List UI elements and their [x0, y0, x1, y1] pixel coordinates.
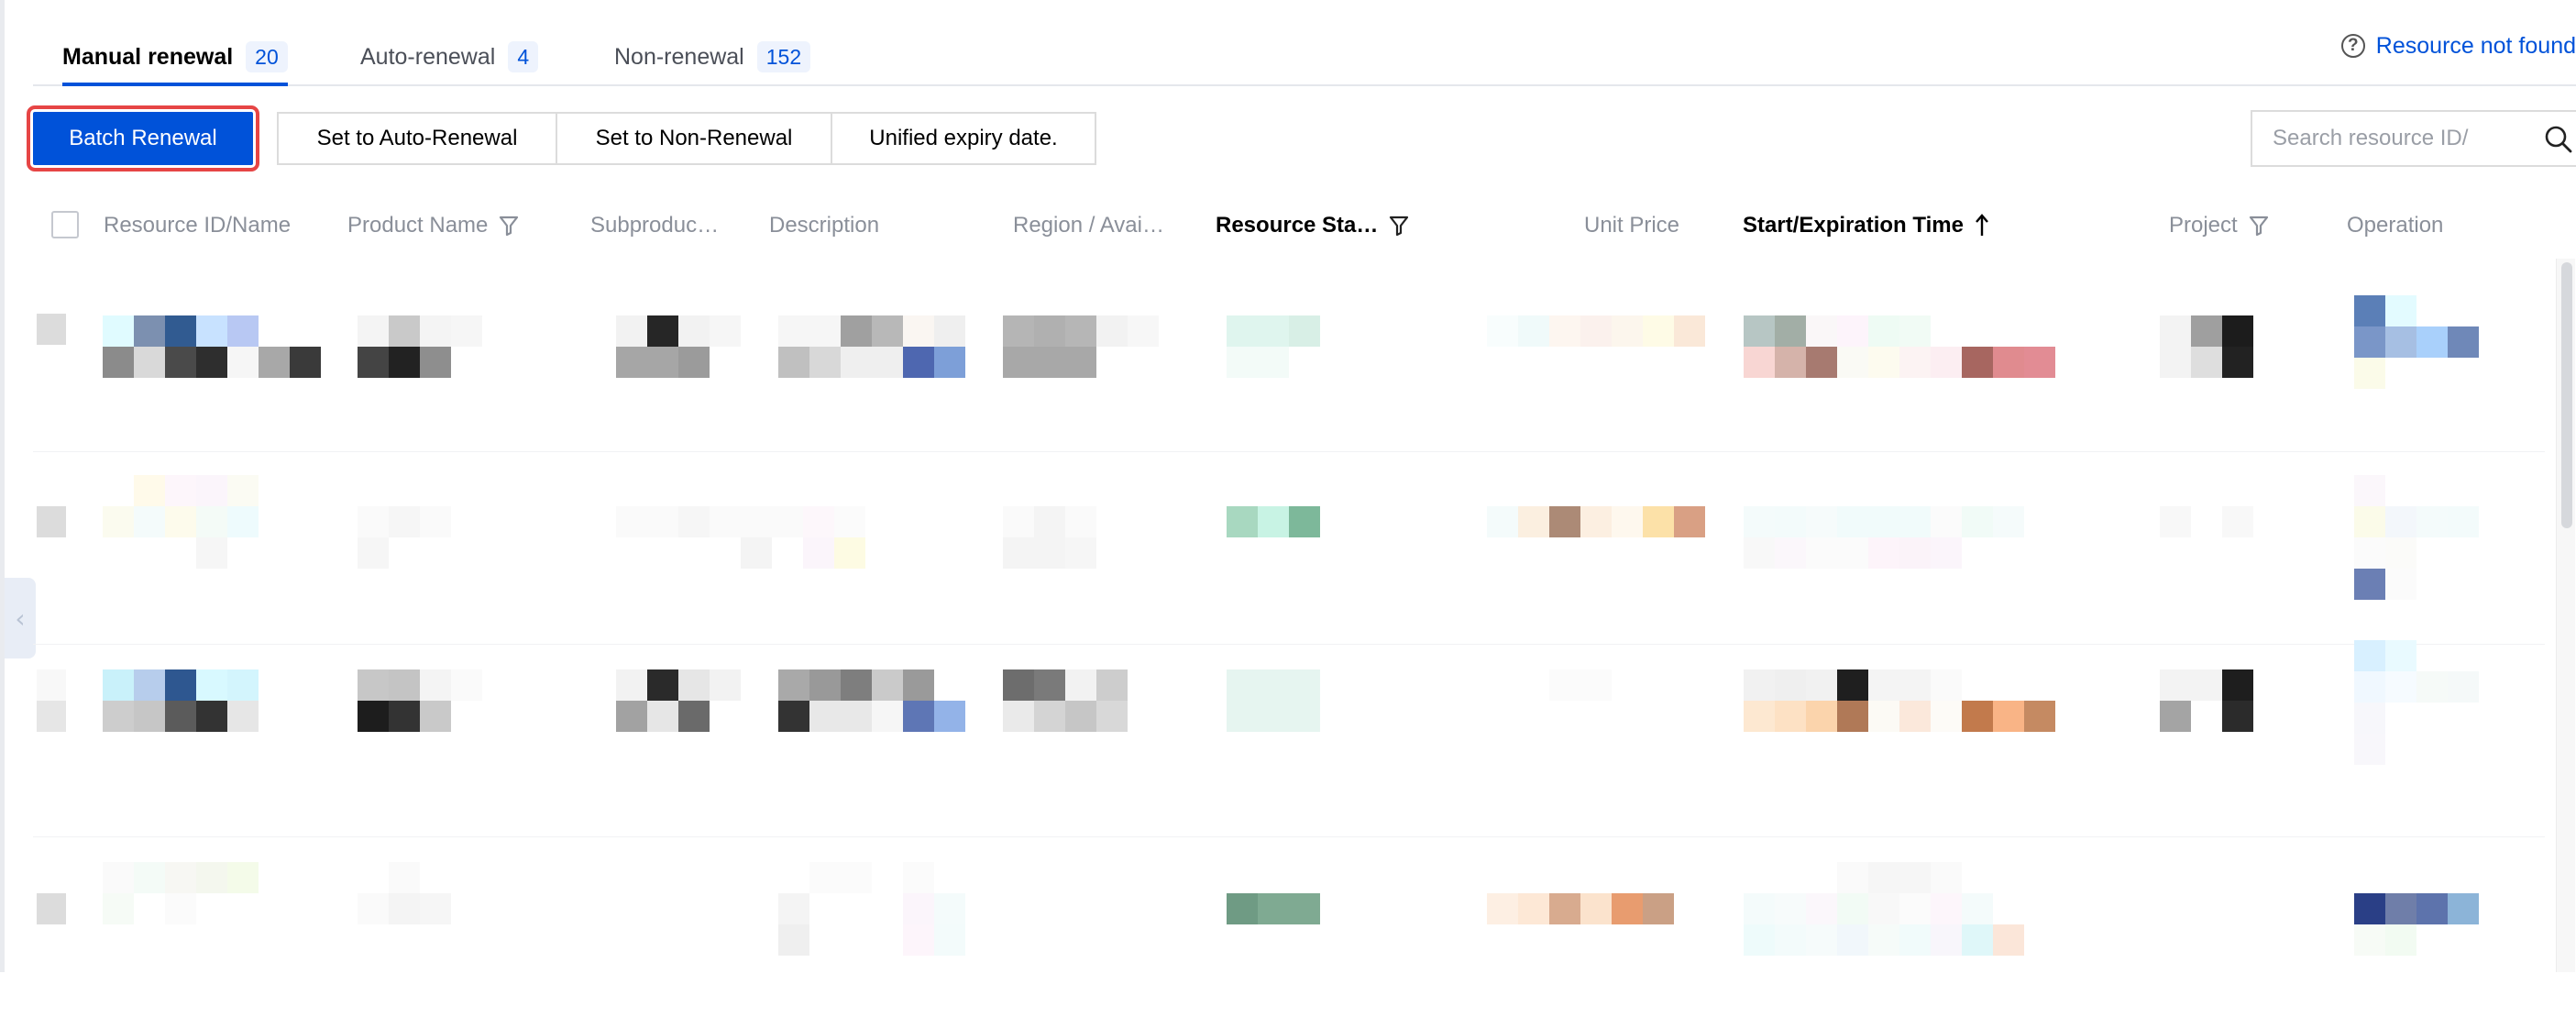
unified-expiry-date-button[interactable]: Unified expiry date. [831, 112, 1096, 165]
table-row[interactable] [33, 451, 2545, 645]
search-box [2251, 110, 2576, 167]
row-checkbox-redacted[interactable] [37, 862, 66, 924]
tab-auto-renewal[interactable]: Auto-renewal 4 [360, 35, 539, 83]
resource-id-redacted[interactable] [103, 862, 259, 924]
column-label: Resource ID/Name [104, 213, 292, 238]
set-auto-renewal-button[interactable]: Set to Auto-Renewal [277, 112, 557, 165]
product-name-redacted [358, 669, 482, 732]
set-non-renewal-button[interactable]: Set to Non-Renewal [556, 112, 832, 165]
tab-count-badge: 152 [756, 41, 811, 72]
column-header-operation: Operation [2347, 193, 2443, 259]
filter-icon[interactable] [2249, 215, 2269, 237]
unit-price-redacted [1487, 506, 1705, 537]
vertical-scrollbar-thumb[interactable] [2561, 262, 2572, 528]
select-all-checkbox[interactable] [51, 211, 79, 238]
description-redacted [778, 862, 996, 956]
help-link-label: Resource not found [2375, 32, 2576, 59]
subproduct-redacted [616, 506, 865, 569]
operation-links-redacted[interactable] [2354, 640, 2479, 765]
expiration-time-redacted [1744, 862, 2055, 956]
expiration-time-redacted [1744, 315, 2055, 378]
column-label: Region / Avai… [1013, 213, 1164, 238]
subproduct-redacted [616, 315, 741, 378]
table-row[interactable] [33, 259, 2545, 452]
filter-icon[interactable] [499, 215, 519, 237]
subproduct-redacted [616, 669, 741, 732]
filter-icon[interactable] [1389, 215, 1409, 237]
question-circle-icon: ? [2340, 34, 2365, 58]
status-redacted [1227, 893, 1320, 924]
column-label: Description [769, 213, 880, 238]
project-redacted [2160, 315, 2253, 378]
resource-id-redacted[interactable] [103, 475, 259, 569]
column-header-resource-id[interactable]: Resource ID/Name [104, 193, 291, 259]
column-header-product-name[interactable]: Product Name [347, 193, 519, 259]
resource-id-redacted[interactable] [103, 315, 321, 378]
project-redacted [2160, 506, 2253, 537]
batch-renewal-button[interactable]: Batch Renewal [27, 105, 259, 172]
unit-price-redacted [1487, 669, 1705, 701]
tab-label: Non-renewal [614, 44, 744, 70]
expiration-time-redacted [1744, 669, 2055, 732]
status-redacted [1227, 506, 1320, 537]
operation-links-redacted[interactable] [2354, 475, 2479, 600]
column-header-region[interactable]: Region / Avai… [1013, 193, 1164, 259]
column-label: Unit Price [1584, 213, 1680, 238]
product-name-redacted [358, 315, 482, 378]
table-header: Resource ID/Name Product Name Subproduc…… [33, 193, 2576, 259]
column-label: Project [2169, 213, 2238, 238]
resource-not-found-link[interactable]: ? Resource not found [2340, 28, 2576, 64]
left-edge-strip [0, 0, 5, 972]
region-redacted [1003, 669, 1159, 732]
column-label: Operation [2347, 213, 2444, 238]
row-checkbox-redacted[interactable] [37, 506, 66, 537]
expiration-time-redacted [1744, 506, 2055, 569]
unit-price-redacted [1487, 315, 1705, 347]
tab-count-badge: 4 [508, 41, 539, 72]
product-name-redacted [358, 862, 482, 924]
tab-manual-renewal[interactable]: Manual renewal 20 [62, 35, 288, 86]
row-checkbox-redacted[interactable] [37, 314, 66, 345]
tab-label: Manual renewal [62, 44, 234, 70]
operation-links-redacted[interactable] [2354, 295, 2479, 389]
unit-price-redacted [1487, 893, 1705, 924]
column-label: Start/Expiration Time [1743, 213, 1964, 238]
product-name-redacted [358, 506, 482, 569]
status-redacted [1227, 669, 1320, 732]
table-row[interactable] [33, 836, 2545, 1029]
table-row[interactable] [33, 640, 2545, 837]
arrow-up-icon[interactable] [1975, 214, 1989, 238]
project-redacted [2160, 669, 2253, 732]
column-header-subproduct[interactable]: Subproduc… [590, 193, 719, 259]
description-redacted [778, 669, 996, 732]
region-redacted [1003, 315, 1159, 378]
operation-links-redacted[interactable] [2354, 893, 2479, 956]
description-redacted [778, 315, 996, 378]
resource-id-redacted[interactable] [103, 669, 259, 732]
tab-non-renewal[interactable]: Non-renewal 152 [614, 35, 811, 83]
status-redacted [1227, 315, 1320, 378]
column-label: Resource Sta… [1216, 213, 1379, 238]
column-header-start-expiration[interactable]: Start/Expiration Time [1743, 193, 1989, 259]
row-checkbox-redacted[interactable] [37, 669, 66, 732]
column-label: Subproduc… [590, 213, 720, 238]
tab-label: Auto-renewal [360, 44, 496, 70]
tab-count-badge: 20 [246, 41, 288, 72]
table-body [33, 259, 2563, 972]
column-label: Product Name [347, 213, 489, 238]
search-input[interactable] [2271, 125, 2494, 152]
search-icon[interactable] [2544, 125, 2573, 154]
renewal-tabs: Manual renewal 20 Auto-renewal 4 Non-ren… [33, 0, 2576, 86]
sidebar-collapse-tab[interactable]: ‹ [5, 578, 36, 658]
column-header-description[interactable]: Description [769, 193, 879, 259]
region-redacted [1003, 506, 1159, 569]
column-header-project[interactable]: Project [2169, 193, 2269, 259]
column-header-resource-status[interactable]: Resource Sta… [1216, 193, 1409, 259]
column-header-unit-price[interactable]: Unit Price [1584, 193, 1679, 259]
chevron-left-icon: ‹ [15, 603, 26, 634]
